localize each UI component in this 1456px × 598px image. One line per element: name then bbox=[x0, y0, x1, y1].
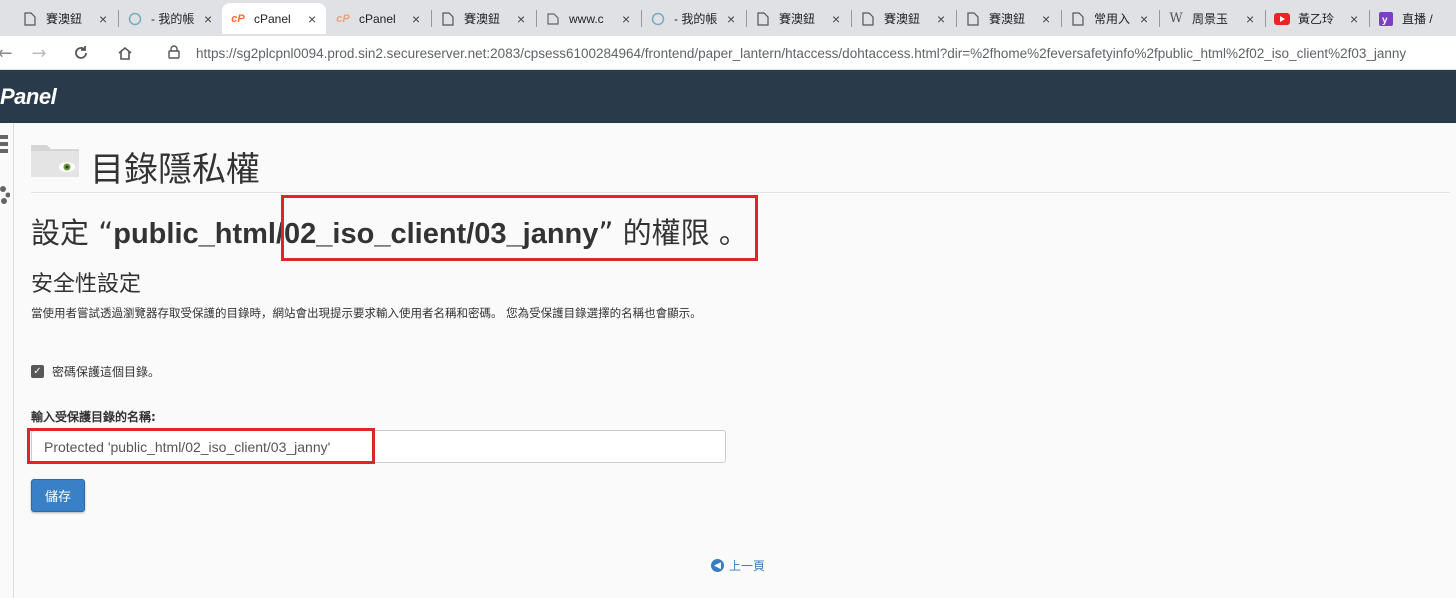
wikipedia-icon: W bbox=[1169, 11, 1183, 26]
browser-tab[interactable]: 黃乙玲 × bbox=[1266, 3, 1368, 34]
browser-tab[interactable]: y 直播 / bbox=[1370, 3, 1456, 34]
save-button[interactable]: 儲存 bbox=[31, 479, 85, 512]
close-icon[interactable]: × bbox=[1042, 11, 1052, 27]
close-icon[interactable]: × bbox=[204, 11, 214, 27]
browser-tab[interactable]: 賽澳鈕 × bbox=[432, 3, 535, 34]
browser-toolbar: ← → https://sg2plcpnl0094.prod.sin2.secu… bbox=[0, 36, 1456, 70]
password-protect-row: ✓ 密碼保護這個目錄。 bbox=[31, 363, 160, 380]
page-title: 目錄隱私權 bbox=[90, 150, 260, 190]
close-icon[interactable]: × bbox=[1350, 11, 1360, 27]
cpanel-icon: cP bbox=[231, 12, 245, 25]
browser-tab[interactable]: 賽澳鈕 × bbox=[747, 3, 850, 34]
close-icon[interactable]: × bbox=[1140, 11, 1150, 27]
browser-tab[interactable]: 賽澳鈕 × bbox=[957, 3, 1060, 34]
close-icon[interactable]: × bbox=[517, 11, 527, 27]
cpanel-icon: cP bbox=[336, 12, 350, 25]
sidebar bbox=[0, 123, 14, 598]
password-protect-checkbox[interactable]: ✓ bbox=[31, 365, 44, 378]
cpanel-header: Panel bbox=[0, 70, 1456, 123]
svg-text:y: y bbox=[1382, 15, 1388, 26]
url-text: https://sg2plcpnl0094.prod.sin2.securese… bbox=[196, 45, 1407, 61]
document-icon bbox=[1070, 11, 1086, 27]
close-icon[interactable]: × bbox=[412, 11, 422, 27]
browser-tab[interactable]: - 我的帳 × bbox=[119, 3, 222, 34]
cpanel-logo[interactable]: Panel bbox=[0, 84, 57, 110]
highlight-box-field bbox=[27, 428, 375, 464]
browser-tab[interactable]: W 周景玉 × bbox=[1160, 3, 1264, 34]
document-icon bbox=[22, 11, 38, 27]
close-icon[interactable]: × bbox=[1246, 11, 1256, 27]
divider bbox=[31, 192, 1450, 193]
close-icon[interactable]: × bbox=[832, 11, 842, 27]
back-nav-icon[interactable]: ← bbox=[0, 40, 18, 66]
close-icon[interactable]: × bbox=[622, 11, 632, 27]
forward-nav-icon[interactable]: → bbox=[26, 40, 52, 66]
heading-prefix: 設定 “ bbox=[31, 216, 114, 250]
browser-tab[interactable]: www.c × bbox=[537, 3, 640, 34]
globe-icon bbox=[127, 11, 143, 27]
go-back-label: 上一頁 bbox=[729, 559, 766, 573]
browser-tab[interactable]: 賽澳鈕 × bbox=[14, 3, 117, 34]
security-description: 當使用者嘗試透過瀏覽器存取受保護的目錄時，網站會出現提示要求輸入使用者名稱和密碼… bbox=[31, 306, 702, 320]
yahoo-icon: y bbox=[1378, 11, 1394, 27]
folder-eye-icon bbox=[31, 141, 79, 177]
close-icon[interactable]: × bbox=[937, 11, 947, 27]
browser-tab[interactable]: 賽澳鈕 × bbox=[852, 3, 955, 34]
reload-icon[interactable] bbox=[68, 40, 94, 66]
youtube-icon bbox=[1274, 11, 1290, 27]
address-bar[interactable]: https://sg2plcpnl0094.prod.sin2.securese… bbox=[156, 40, 1456, 66]
close-icon[interactable]: × bbox=[727, 11, 737, 27]
close-icon[interactable]: × bbox=[99, 11, 109, 27]
close-icon[interactable]: × bbox=[308, 11, 318, 27]
document-icon bbox=[965, 11, 981, 27]
globe-icon bbox=[650, 11, 666, 27]
document-icon bbox=[440, 11, 456, 27]
arrow-left-circle-icon: ◀ bbox=[711, 559, 724, 572]
password-protect-label: 密碼保護這個目錄。 bbox=[52, 365, 161, 379]
lock-icon bbox=[168, 44, 184, 62]
browser-tab-active[interactable]: cP cPanel × bbox=[222, 3, 326, 34]
security-settings-title: 安全性設定 bbox=[31, 272, 142, 297]
browser-tab[interactable]: 常用入 × bbox=[1062, 3, 1158, 34]
go-back-link[interactable]: ◀ 上一頁 bbox=[711, 557, 765, 574]
users-icon[interactable] bbox=[0, 185, 11, 208]
directory-name-label: 輸入受保護目錄的名稱: bbox=[31, 410, 156, 424]
browser-tab-bar: 賽澳鈕 × - 我的帳 × cP cPanel × cP cPanel × 賽澳… bbox=[0, 0, 1456, 36]
browser-tab[interactable]: cP cPanel × bbox=[327, 3, 430, 34]
document-icon bbox=[860, 11, 876, 27]
home-icon[interactable] bbox=[112, 40, 138, 66]
browser-tab[interactable]: - 我的帳 × bbox=[642, 3, 745, 34]
document-icon bbox=[755, 11, 771, 27]
highlight-box-heading bbox=[281, 195, 758, 261]
menu-icon[interactable] bbox=[0, 135, 10, 158]
link-icon bbox=[545, 11, 561, 27]
